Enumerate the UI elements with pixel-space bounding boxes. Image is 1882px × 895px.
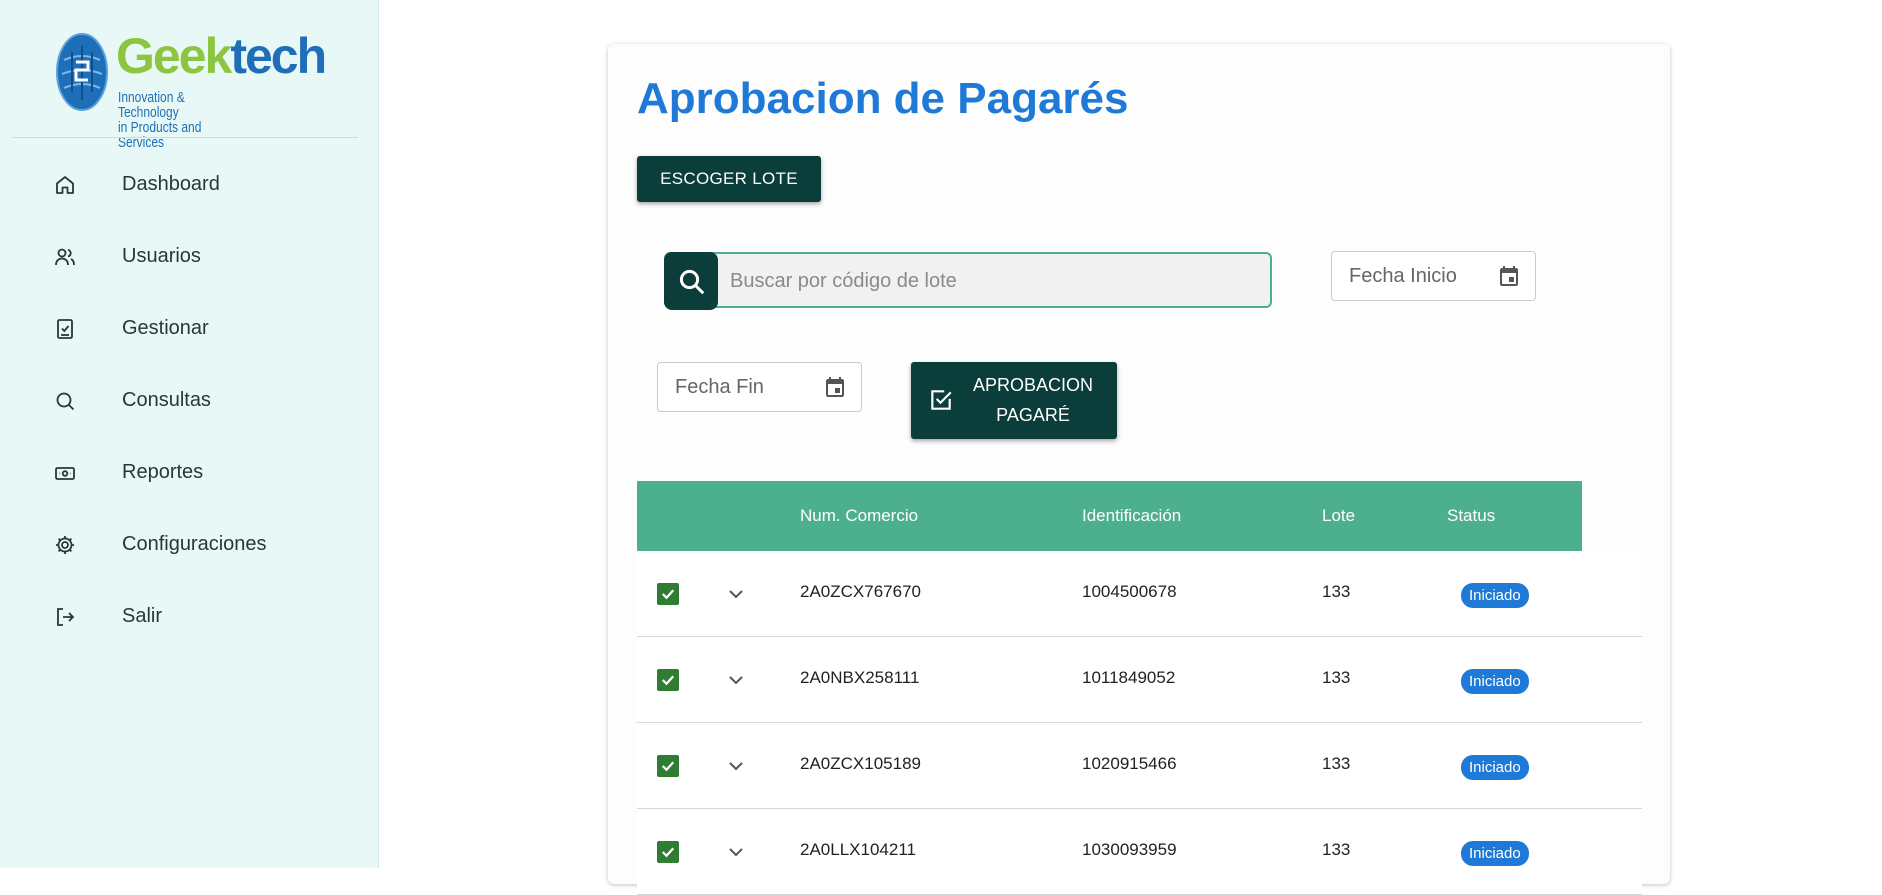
- cell-lote: 133: [1322, 840, 1351, 859]
- table-row[interactable]: 2A0NBX258111 1011849052 133 Iniciado: [637, 637, 1642, 723]
- search-icon: [679, 269, 705, 295]
- promissory-table: Num. Comercio Identificación Lote Status…: [637, 481, 1642, 895]
- sidebar-item-label: Dashboard: [122, 172, 220, 195]
- sidebar: Geektech Innovation & Technology in Prod…: [0, 0, 379, 868]
- sidebar-item-dashboard[interactable]: Dashboard: [0, 148, 378, 220]
- check-icon: [661, 761, 675, 772]
- search-bar: [664, 252, 1272, 310]
- approve-promissory-button[interactable]: APROBACION PAGARÉ: [911, 362, 1117, 439]
- sidebar-item-label: Reportes: [122, 460, 204, 483]
- status-badge: Iniciado: [1461, 755, 1529, 780]
- sidebar-item-label: Usuarios: [122, 244, 201, 267]
- table-row[interactable]: 2A0LLX104211 1030093959 133 Iniciado: [637, 809, 1642, 895]
- row-checkbox[interactable]: [657, 669, 679, 691]
- sidebar-item-label: Consultas: [122, 388, 211, 411]
- sidebar-item-salir[interactable]: Salir: [0, 580, 378, 652]
- cell-lote: 133: [1322, 582, 1351, 601]
- cash-icon: [55, 467, 75, 480]
- status-badge: Iniciado: [1461, 841, 1529, 866]
- cell-identificacion: 1030093959: [1082, 840, 1177, 859]
- logout-icon: [57, 608, 75, 626]
- search-input[interactable]: [728, 254, 1262, 308]
- table-row[interactable]: 2A0ZCX767670 1004500678 133 Iniciado: [637, 551, 1642, 637]
- users-icon: [55, 248, 75, 266]
- cell-lote: 133: [1322, 668, 1351, 687]
- cell-lote: 133: [1322, 754, 1351, 773]
- clipboard-check-icon: [57, 319, 73, 339]
- checkbox-check-icon: [931, 390, 952, 410]
- logo-wordmark: Geektech: [116, 28, 327, 84]
- end-date-label: Fecha Fin: [675, 376, 764, 398]
- approve-promissory-label: APROBACION PAGARÉ: [972, 375, 1094, 425]
- status-badge: Iniciado: [1461, 583, 1529, 608]
- column-header-lote[interactable]: Lote: [1322, 506, 1355, 526]
- sidebar-item-usuarios[interactable]: Usuarios: [0, 220, 378, 292]
- cell-comercio: 2A0LLX104211: [800, 840, 916, 859]
- choose-batch-button[interactable]: ESCOGER LOTE: [637, 156, 821, 202]
- row-checkbox[interactable]: [657, 841, 679, 863]
- row-checkbox[interactable]: [657, 755, 679, 777]
- start-date-field[interactable]: Fecha Inicio: [1331, 251, 1536, 301]
- cell-identificacion: 1011849052: [1082, 668, 1176, 687]
- check-icon: [661, 589, 675, 600]
- chevron-down-icon[interactable]: [727, 846, 745, 858]
- logo-tagline: Innovation & Technology in Products and …: [118, 89, 202, 151]
- cell-comercio: 2A0ZCX767670: [800, 582, 921, 601]
- sidebar-item-configuraciones[interactable]: Configuraciones: [0, 508, 378, 580]
- sidebar-item-label: Salir: [122, 604, 163, 627]
- table-row[interactable]: 2A0ZCX105189 1020915466 133 Iniciado: [637, 723, 1642, 809]
- row-checkbox[interactable]: [657, 583, 679, 605]
- home-icon: [56, 176, 74, 194]
- chevron-down-icon[interactable]: [727, 674, 745, 686]
- sidebar-nav: Dashboard Usuarios Gestionar Consultas R…: [0, 148, 378, 652]
- check-icon: [661, 675, 675, 686]
- sidebar-item-gestionar[interactable]: Gestionar: [0, 292, 378, 364]
- cell-comercio: 2A0NBX258111: [800, 668, 920, 687]
- column-header-identificacion[interactable]: Identificación: [1082, 506, 1181, 526]
- column-header-status[interactable]: Status: [1447, 506, 1495, 526]
- chevron-down-icon[interactable]: [727, 760, 745, 772]
- end-date-field[interactable]: Fecha Fin: [657, 362, 862, 412]
- cell-identificacion: 1020915466: [1082, 754, 1177, 773]
- sidebar-divider: [12, 137, 358, 138]
- search-icon: [56, 392, 75, 411]
- logo-globe-icon: [56, 33, 108, 111]
- column-header-comercio[interactable]: Num. Comercio: [800, 506, 918, 526]
- sidebar-item-consultas[interactable]: Consultas: [0, 364, 378, 436]
- gear-icon: [56, 536, 74, 554]
- sidebar-item-label: Configuraciones: [122, 532, 267, 555]
- chevron-down-icon[interactable]: [727, 588, 745, 600]
- start-date-label: Fecha Inicio: [1349, 265, 1457, 287]
- calendar-icon[interactable]: [823, 375, 847, 399]
- cell-identificacion: 1004500678: [1082, 582, 1177, 601]
- status-badge: Iniciado: [1461, 669, 1529, 694]
- page-title: Aprobacion de Pagarés: [637, 74, 1129, 123]
- calendar-icon[interactable]: [1497, 264, 1521, 288]
- main-card: Aprobacion de Pagarés ESCOGER LOTE Fecha…: [608, 44, 1670, 895]
- table-header: Num. Comercio Identificación Lote Status: [637, 481, 1582, 551]
- search-button[interactable]: [664, 252, 718, 310]
- check-icon: [661, 847, 675, 858]
- sidebar-item-label: Gestionar: [122, 316, 209, 339]
- sidebar-item-reportes[interactable]: Reportes: [0, 436, 378, 508]
- geektech-logo: Geektech Innovation & Technology in Prod…: [54, 28, 327, 150]
- cell-comercio: 2A0ZCX105189: [800, 754, 921, 773]
